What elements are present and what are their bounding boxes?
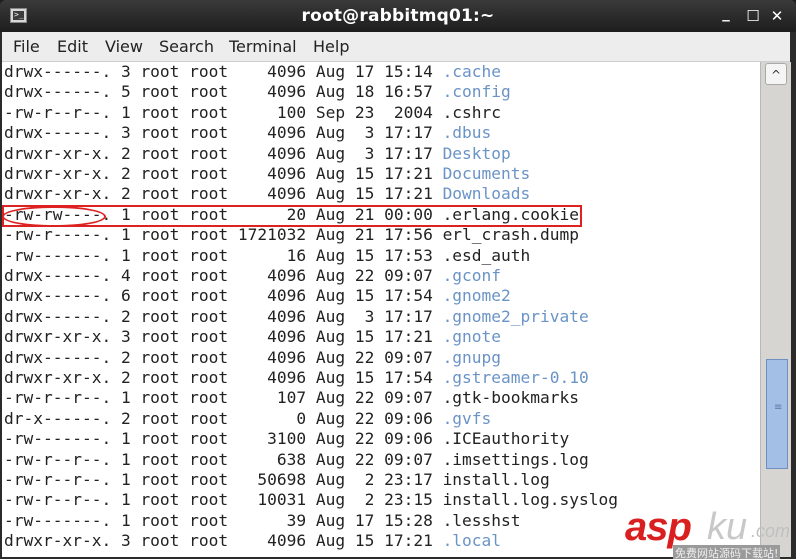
row-metadata: -rw-------. 1 root root 16 Aug 15 17:53 xyxy=(4,245,443,265)
listing-row: drwx------. 2 root root 4096 Aug 22 09:0… xyxy=(4,348,501,368)
menu-search[interactable]: Search xyxy=(159,37,214,56)
close-button[interactable]: ✕ xyxy=(768,7,786,25)
window-title: root@rabbitmq01:~ xyxy=(301,6,495,26)
listing-row: -rw-r--r--. 1 root root 638 Aug 22 09:07… xyxy=(4,450,589,470)
listing-row: drwxr-xr-x. 3 root root 4096 Aug 15 17:2… xyxy=(4,531,501,551)
menu-edit[interactable]: Edit xyxy=(57,37,88,56)
row-metadata: -rw-r--r--. 1 root root 100 Sep 23 2004 xyxy=(4,102,443,122)
directory-name: .gnote xyxy=(442,327,502,347)
directory-name: .gconf xyxy=(442,266,502,285)
menu-view[interactable]: View xyxy=(105,37,143,56)
listing-row: dr-x------. 2 root root 0 Aug 22 09:06 .… xyxy=(4,409,491,429)
row-metadata: drwxr-xr-x. 3 root root 4096 Aug 15 17:2… xyxy=(4,327,443,347)
watermark: asp ku .com 免费网站源码下载站! xyxy=(625,505,795,559)
minimize-button[interactable]: _ xyxy=(717,4,735,22)
listing-row: drwxr-xr-x. 2 root root 4096 Aug 15 17:2… xyxy=(4,184,530,204)
row-metadata: dr-x------. 2 root root 0 Aug 22 09:06 xyxy=(4,408,443,428)
row-metadata: drwxr-xr-x. 3 root root 4096 Aug 15 17:2… xyxy=(4,531,443,551)
directory-name: Downloads xyxy=(442,184,531,204)
listing-row: drwx------. 5 root root 4096 Aug 18 16:5… xyxy=(4,82,511,102)
file-name: install.log.syslog xyxy=(442,490,618,510)
menu-bar: File Edit View Search Terminal Help xyxy=(2,32,790,62)
directory-name: .gnome2 xyxy=(442,286,511,306)
vertical-scrollbar[interactable]: ^ ≡ xyxy=(760,62,791,557)
row-metadata: -rw-r--r--. 1 root root 638 Aug 22 09:07 xyxy=(4,449,443,469)
listing-row: drwxr-xr-x. 2 root root 4096 Aug 15 17:5… xyxy=(4,368,589,388)
listing-row: -rw-------. 1 root root 39 Aug 17 15:28 … xyxy=(4,511,521,531)
file-name: erl_crash.dump xyxy=(442,225,580,245)
terminal-window: >_ root@rabbitmq01:~ _ ☐ ✕ File Edit Vie… xyxy=(0,0,796,559)
listing-row: -rw-r--r--. 1 root root 50698 Aug 2 23:1… xyxy=(4,470,550,490)
scroll-thumb[interactable]: ≡ xyxy=(766,359,788,469)
listing-row: drwx------. 3 root root 4096 Aug 3 17:17… xyxy=(4,123,491,143)
listing-row: drwx------. 3 root root 4096 Aug 17 15:1… xyxy=(4,62,501,82)
listing-row: -rw-------. 1 root root 16 Aug 15 17:53 … xyxy=(4,246,530,266)
directory-name: .gvfs xyxy=(442,408,492,428)
row-metadata: drwx------. 2 root root 4096 Aug 22 09:0… xyxy=(4,347,443,367)
file-name: .lesshst xyxy=(442,510,521,530)
directory-name: .gnupg xyxy=(442,347,502,367)
row-metadata: drwxr-xr-x. 2 root root 4096 Aug 15 17:2… xyxy=(4,164,443,183)
directory-name: .gnome2_private xyxy=(442,306,589,326)
listing-row: -rw-r--r--. 1 root root 107 Aug 22 09:07… xyxy=(4,388,579,408)
directory-name: .gstreamer-0.10 xyxy=(442,368,589,387)
menu-help[interactable]: Help xyxy=(313,37,349,56)
listing-row: drwx------. 4 root root 4096 Aug 22 09:0… xyxy=(4,266,501,286)
menu-file[interactable]: File xyxy=(13,37,40,56)
file-name: .cshrc xyxy=(442,102,502,122)
title-bar[interactable]: >_ root@rabbitmq01:~ _ ☐ ✕ xyxy=(0,0,796,32)
row-metadata: -rw-------. 1 root root 39 Aug 17 15:28 xyxy=(4,510,443,530)
listing-row: drwx------. 2 root root 4096 Aug 3 17:17… xyxy=(4,307,589,327)
row-metadata: drwx------. 6 root root 4096 Aug 15 17:5… xyxy=(4,286,443,306)
listing-row: -rw-r--r--. 1 root root 10031 Aug 2 23:1… xyxy=(4,490,618,510)
file-name: .gtk-bookmarks xyxy=(442,388,580,408)
listing-row: -rw-------. 1 root root 3100 Aug 22 09:0… xyxy=(4,429,569,449)
watermark-tagline: 免费网站源码下载站! xyxy=(673,545,781,559)
directory-name: .dbus xyxy=(442,123,492,143)
highlight-ellipse xyxy=(2,206,106,227)
row-metadata: -rw-r--r--. 1 root root 50698 Aug 2 23:1… xyxy=(4,470,443,489)
maximize-button[interactable]: ☐ xyxy=(744,7,762,25)
row-metadata: drwx------. 3 root root 4096 Aug 3 17:17 xyxy=(4,123,443,143)
row-metadata: drwxr-xr-x. 2 root root 4096 Aug 15 17:2… xyxy=(4,184,443,204)
row-metadata: -rw-r--r--. 1 root root 10031 Aug 2 23:1… xyxy=(4,490,443,510)
file-name: .esd_auth xyxy=(442,245,531,265)
file-name: install.log xyxy=(442,470,550,489)
directory-name: .config xyxy=(442,82,511,102)
terminal-output[interactable]: drwx------. 3 root root 4096 Aug 17 15:1… xyxy=(2,62,760,557)
row-metadata: -rw-r-----. 1 root root 1721032 Aug 21 1… xyxy=(4,225,443,245)
row-metadata: drwx------. 5 root root 4096 Aug 18 16:5… xyxy=(4,82,443,102)
row-metadata: drwxr-xr-x. 2 root root 4096 Aug 15 17:5… xyxy=(4,368,443,387)
menu-terminal[interactable]: Terminal xyxy=(229,37,297,56)
row-metadata: -rw-r--r--. 1 root root 107 Aug 22 09:07 xyxy=(4,388,443,408)
listing-row: drwxr-xr-x. 2 root root 4096 Aug 3 17:17… xyxy=(4,144,511,164)
row-metadata: drwx------. 3 root root 4096 Aug 17 15:1… xyxy=(4,62,443,81)
row-metadata: drwxr-xr-x. 2 root root 4096 Aug 3 17:17 xyxy=(4,143,443,163)
file-name: .imsettings.log xyxy=(442,449,589,469)
listing-row: -rw-r-----. 1 root root 1721032 Aug 21 1… xyxy=(4,225,579,245)
watermark-brand-b: ku xyxy=(707,506,748,548)
row-metadata: -rw-------. 1 root root 3100 Aug 22 09:0… xyxy=(4,429,443,449)
directory-name: .cache xyxy=(442,62,502,81)
listing-row: drwxr-xr-x. 2 root root 4096 Aug 15 17:2… xyxy=(4,164,530,184)
row-metadata: drwx------. 2 root root 4096 Aug 3 17:17 xyxy=(4,306,443,326)
directory-name: Documents xyxy=(442,164,531,183)
listing-row: -rw-r--r--. 1 root root 100 Sep 23 2004 … xyxy=(4,103,501,123)
scroll-up-button[interactable]: ^ xyxy=(765,63,787,85)
watermark-suffix: .com xyxy=(751,521,791,541)
row-metadata: drwx------. 4 root root 4096 Aug 22 09:0… xyxy=(4,266,443,285)
grip-icon: ≡ xyxy=(774,402,783,413)
file-name: .ICEauthority xyxy=(442,429,570,449)
directory-name: .local xyxy=(442,531,502,551)
directory-name: Desktop xyxy=(442,143,511,163)
listing-row: drwxr-xr-x. 3 root root 4096 Aug 15 17:2… xyxy=(4,327,501,347)
watermark-brand-a: asp xyxy=(625,505,692,549)
listing-row: drwx------. 6 root root 4096 Aug 15 17:5… xyxy=(4,286,511,306)
